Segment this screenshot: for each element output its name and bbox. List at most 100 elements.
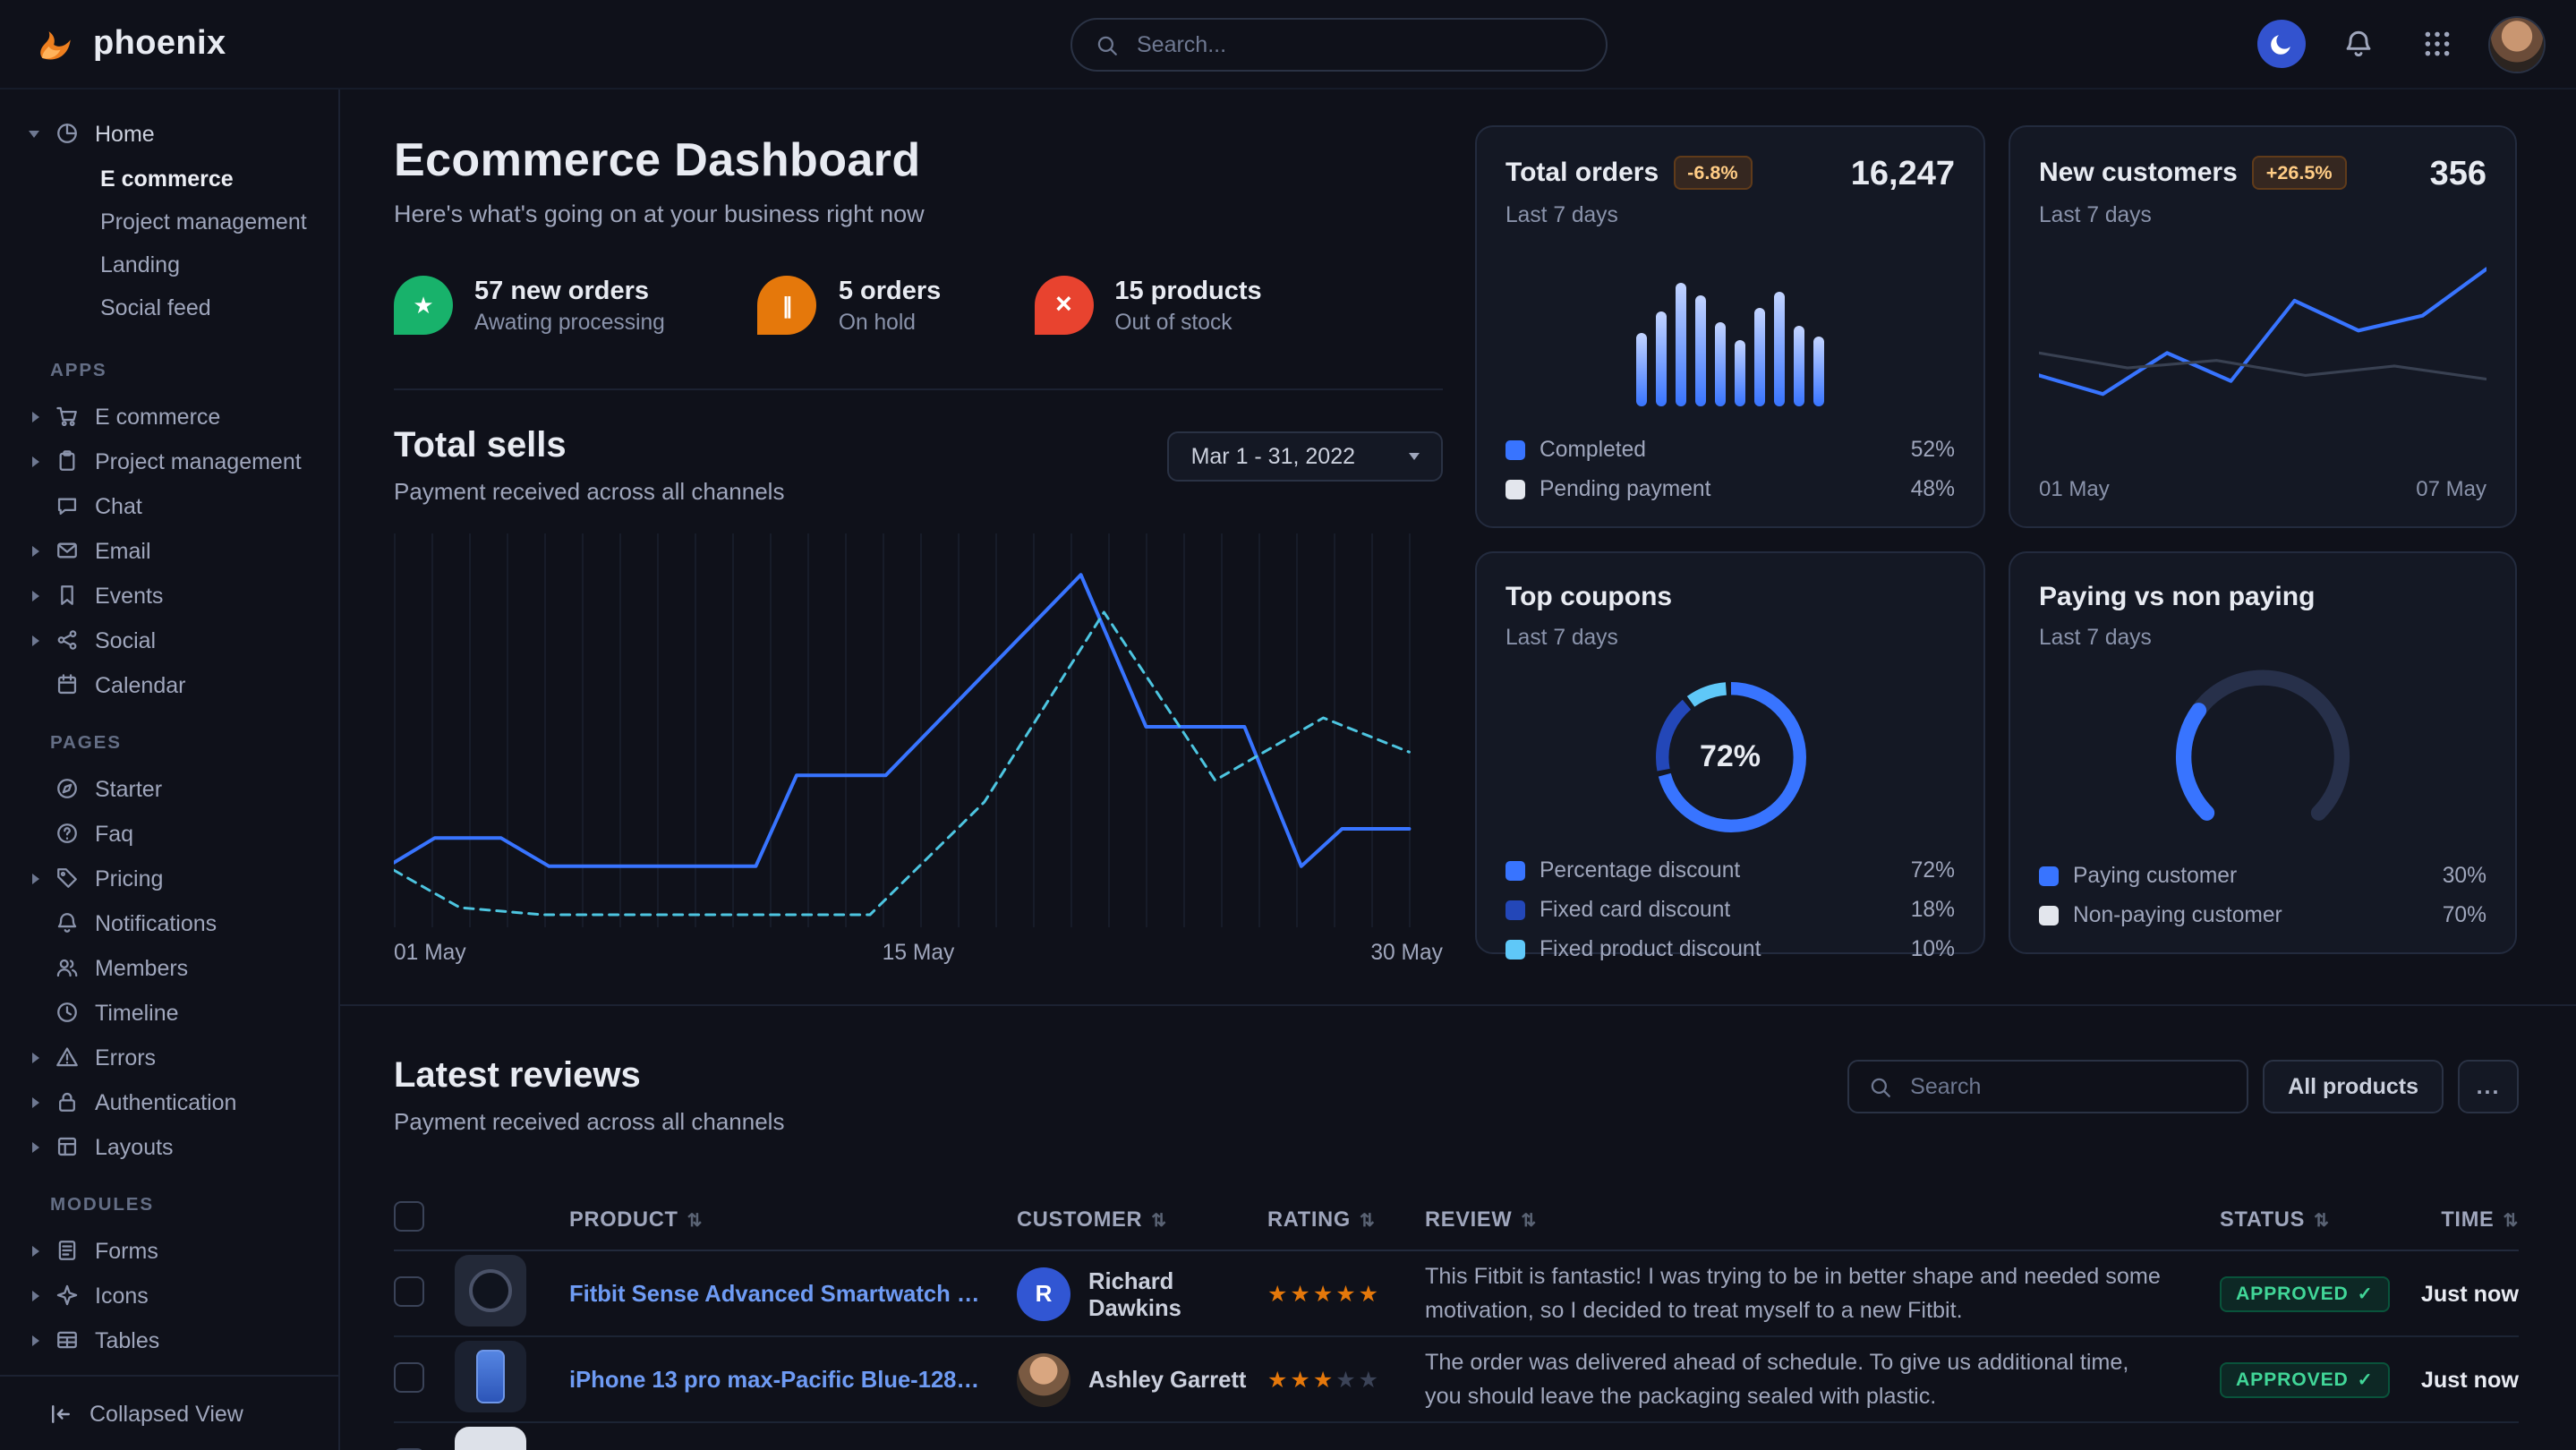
reviews-search[interactable]	[1847, 1060, 2248, 1113]
reviews-title: Latest reviews	[394, 1056, 784, 1097]
rating-stars: ★★★★★	[1267, 1366, 1425, 1393]
column-header-status[interactable]: STATUS	[2220, 1207, 2417, 1232]
share-icon	[55, 628, 79, 652]
brand-logo[interactable]: phoenix	[32, 21, 333, 67]
sidebar-item-home[interactable]: Home	[0, 111, 338, 156]
sidebar-item-social[interactable]: Social	[0, 618, 338, 662]
sidebar-subitem-landing[interactable]: Landing	[0, 243, 338, 286]
apps-menu-button[interactable]	[2411, 27, 2463, 61]
table-row[interactable]: iPhone 13 pro max-Pacific Blue-128GB sto…	[394, 1337, 2519, 1423]
card-title: Total orders	[1506, 158, 1659, 188]
sidebar-subitem-ecommerce[interactable]: E commerce	[0, 158, 338, 200]
notifications-button[interactable]	[2333, 27, 2384, 61]
change-badge: -6.8%	[1673, 156, 1752, 190]
product-link[interactable]: Fitbit Sense Advanced Smartwatch with To…	[569, 1280, 1017, 1307]
main-content: Ecommerce Dashboard Here's what's going …	[340, 90, 2576, 1450]
change-badge: +26.5%	[2252, 156, 2347, 190]
sidebar-item-events[interactable]: Events	[0, 573, 338, 618]
more-options-button[interactable]: ...	[2458, 1060, 2519, 1113]
sidebar-item-forms[interactable]: Forms	[0, 1228, 338, 1273]
chevron-right-icon	[32, 590, 39, 601]
sidebar-item-calendar[interactable]: Calendar	[0, 662, 338, 707]
theme-toggle-button[interactable]	[2257, 20, 2306, 68]
table-row-partial[interactable]	[394, 1423, 2519, 1450]
search-input[interactable]	[1133, 30, 1582, 59]
total-sells-title: Total sells	[394, 426, 784, 467]
reviews-search-input[interactable]	[1906, 1072, 2227, 1101]
table-row[interactable]: Fitbit Sense Advanced Smartwatch with To…	[394, 1251, 2519, 1337]
puzzle-icon	[55, 1373, 79, 1375]
select-all-checkbox[interactable]	[394, 1201, 424, 1232]
review-time: Just now	[2417, 1281, 2519, 1306]
all-products-button[interactable]: All products	[2263, 1060, 2444, 1113]
card-title: Top coupons	[1506, 582, 1672, 612]
column-header-product[interactable]: PRODUCT	[569, 1207, 1017, 1232]
sidebar-item-members[interactable]: Members	[0, 945, 338, 990]
sidebar-subitem-social-feed[interactable]: Social feed	[0, 286, 338, 329]
sidebar-item-label: Starter	[95, 776, 162, 801]
collapse-view-button[interactable]: Collapsed View	[0, 1375, 338, 1450]
column-header-rating[interactable]: RATING	[1267, 1207, 1425, 1232]
alert-triangle-icon	[55, 1045, 79, 1069]
review-time: Just now	[2417, 1367, 2519, 1392]
column-header-review[interactable]: REVIEW	[1425, 1207, 2220, 1232]
sidebar-item-layouts[interactable]: Layouts	[0, 1124, 338, 1169]
brand-name: phoenix	[93, 24, 226, 64]
sidebar-item-errors[interactable]: Errors	[0, 1035, 338, 1079]
layout-icon	[55, 1135, 79, 1158]
sidebar-item-label: Members	[95, 955, 188, 980]
x-icon	[1034, 276, 1093, 335]
legend-label: Percentage discount	[1540, 857, 1740, 883]
product-thumbnail	[455, 1427, 526, 1450]
user-avatar-button[interactable]	[2490, 17, 2544, 71]
sidebar-item-tables[interactable]: Tables	[0, 1318, 338, 1362]
row-checkbox[interactable]	[394, 1361, 424, 1392]
grid-icon	[2422, 29, 2452, 59]
sidebar-item-components[interactable]: Components	[0, 1362, 338, 1375]
sidebar-item-ecommerce-app[interactable]: E commerce	[0, 394, 338, 439]
sidebar-item-chat[interactable]: Chat	[0, 483, 338, 528]
bell-icon	[2343, 29, 2374, 59]
column-header-time[interactable]: TIME	[2417, 1207, 2519, 1232]
chevron-right-icon	[32, 545, 39, 556]
sidebar-item-timeline[interactable]: Timeline	[0, 990, 338, 1035]
customer-cell: R Richard Dawkins	[1017, 1267, 1267, 1320]
topbar-search[interactable]	[1070, 18, 1608, 72]
sidebar-item-authentication[interactable]: Authentication	[0, 1079, 338, 1124]
tag-icon	[55, 866, 79, 890]
row-checkbox[interactable]	[394, 1275, 424, 1306]
sidebar-item-project-management-app[interactable]: Project management	[0, 439, 338, 483]
customer-avatar: R	[1017, 1267, 1070, 1320]
paying-gauge-chart	[2150, 661, 2376, 840]
legend-value: 52%	[1911, 437, 1955, 462]
sidebar-item-faq[interactable]: Faq	[0, 811, 338, 856]
chevron-right-icon	[32, 1245, 39, 1256]
bookmark-icon	[55, 584, 79, 607]
card-period: Last 7 days	[1506, 202, 1753, 227]
sidebar-item-label: Social	[95, 627, 156, 652]
chevron-right-icon	[32, 1096, 39, 1107]
column-header-customer[interactable]: CUSTOMER	[1017, 1207, 1267, 1232]
paying-vs-nonpaying-card: Paying vs non paying Last 7 days Paying …	[2009, 551, 2517, 954]
sidebar-item-pricing[interactable]: Pricing	[0, 856, 338, 900]
sidebar-item-starter[interactable]: Starter	[0, 766, 338, 811]
legend-value: 70%	[2443, 902, 2486, 927]
date-range-select[interactable]: Mar 1 - 31, 2022	[1168, 431, 1443, 482]
reviews-table: PRODUCT CUSTOMER RATING REVIEW STATUS TI…	[394, 1189, 2519, 1450]
product-thumbnail-smartwatch	[455, 1255, 526, 1326]
calendar-icon	[55, 673, 79, 696]
sidebar-item-icons[interactable]: Icons	[0, 1273, 338, 1318]
compass-icon	[55, 777, 79, 800]
legend-swatch	[1506, 439, 1525, 459]
latest-reviews-section: Latest reviews Payment received across a…	[340, 1006, 2576, 1450]
rating-stars: ★★★★★	[1267, 1280, 1425, 1307]
sidebar-subitem-project-management[interactable]: Project management	[0, 200, 338, 243]
sidebar-item-label: Events	[95, 583, 163, 608]
sidebar-item-notifications[interactable]: Notifications	[0, 900, 338, 945]
sidebar-item-label: Email	[95, 538, 151, 563]
card-title: New customers	[2039, 158, 2238, 188]
search-icon	[1096, 33, 1119, 56]
sidebar-item-label: Notifications	[95, 910, 217, 935]
product-link[interactable]: iPhone 13 pro max-Pacific Blue-128GB sto…	[569, 1366, 1017, 1393]
sidebar-item-email[interactable]: Email	[0, 528, 338, 573]
